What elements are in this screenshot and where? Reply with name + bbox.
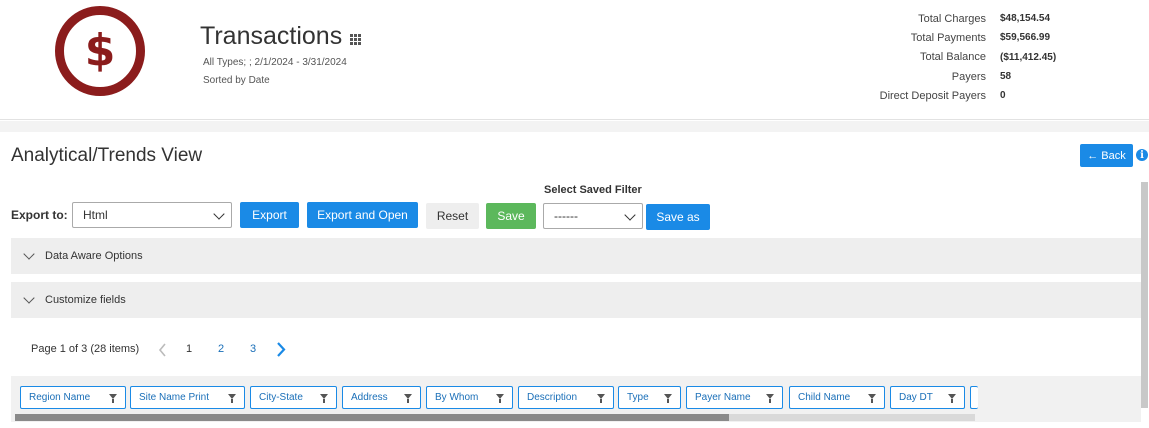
saved-filter-value: ------ [554, 209, 578, 223]
export-label: Export to: [11, 208, 68, 222]
column-chip-address[interactable]: Address [342, 386, 421, 409]
totals-summary: Total Charges $48,154.54 Total Payments … [860, 9, 1140, 105]
title-text: Transactions [200, 22, 343, 50]
column-chip-description[interactable]: Description [518, 386, 614, 409]
column-chip-region-name[interactable]: Region Name [20, 386, 126, 409]
total-payments-row: Total Payments $59,566.99 [860, 28, 1140, 47]
horizontal-scrollbar[interactable] [15, 414, 975, 421]
total-value: $59,566.99 [1000, 32, 1051, 44]
panel-label: Customize fields [45, 294, 126, 306]
page-2-link[interactable]: 2 [218, 343, 224, 355]
report-header: $ Transactions All Types; ; 2/1/2024 - 3… [0, 0, 1149, 120]
column-chip-by-whom[interactable]: By Whom [426, 386, 513, 409]
pager-summary: Page 1 of 3 (28 items) [31, 343, 140, 355]
view-heading: Analytical/Trends View [11, 145, 203, 166]
chevron-down-icon [213, 208, 225, 220]
column-chip-child-name[interactable]: Child Name [789, 386, 885, 409]
total-label: Total Charges [918, 12, 986, 25]
column-label: Address [351, 392, 388, 403]
filter-funnel-icon[interactable] [109, 394, 117, 403]
panel-label: Data Aware Options [45, 250, 143, 262]
export-format-value: Html [83, 208, 108, 222]
total-label: Direct Deposit Payers [879, 89, 986, 102]
column-label: By Whom [435, 392, 479, 403]
total-value: $48,154.54 [1000, 13, 1051, 25]
total-label: Total Payments [910, 31, 986, 44]
direct-deposit-row: Direct Deposit Payers 0 [860, 86, 1140, 105]
total-balance-row: Total Balance ($11,412.45) [860, 48, 1140, 67]
back-button[interactable]: ← Back [1080, 144, 1133, 167]
vertical-scrollbar[interactable] [1141, 182, 1148, 408]
info-icon[interactable]: i [1136, 149, 1148, 161]
column-chip-type[interactable]: Type [618, 386, 681, 409]
saved-filter-select[interactable]: ------ [543, 203, 643, 229]
reset-button[interactable]: Reset [426, 203, 479, 229]
column-label: Type [627, 392, 649, 403]
filter-funnel-icon[interactable] [496, 394, 504, 403]
chevron-down-icon [624, 209, 636, 221]
grid-menu-icon[interactable] [350, 34, 362, 45]
scrollbar-thumb[interactable] [15, 414, 729, 421]
column-label: City-State [259, 392, 303, 403]
total-charges-row: Total Charges $48,154.54 [860, 9, 1140, 28]
saved-filter-label: Select Saved Filter [544, 184, 642, 196]
save-as-button[interactable]: Save as [646, 204, 710, 230]
column-label: Region Name [29, 392, 91, 403]
page-title: Transactions [200, 22, 362, 51]
export-format-select[interactable]: Html [72, 202, 232, 228]
filter-funnel-icon[interactable] [404, 394, 412, 403]
column-chip-payer-name[interactable]: Payer Name [686, 386, 783, 409]
chevron-down-icon [23, 248, 35, 260]
data-aware-options-panel[interactable]: Data Aware Options [11, 238, 1141, 274]
column-label: Child Name [798, 392, 851, 403]
filter-funnel-icon[interactable] [664, 394, 672, 403]
filter-funnel-icon[interactable] [228, 394, 236, 403]
column-chip-partial[interactable] [970, 386, 978, 409]
total-value: 0 [1000, 90, 1006, 102]
pager: Page 1 of 3 (28 items) [31, 340, 139, 358]
sort-summary: Sorted by Date [203, 75, 270, 86]
save-button[interactable]: Save [486, 203, 536, 229]
total-label: Total Balance [919, 51, 986, 64]
filter-funnel-icon[interactable] [868, 394, 876, 403]
total-value: 58 [1000, 71, 1012, 83]
column-label: Payer Name [695, 392, 751, 403]
filter-funnel-icon[interactable] [766, 394, 774, 403]
header-divider [0, 121, 1149, 132]
column-label: Site Name Print [139, 392, 210, 403]
filter-funnel-icon[interactable] [320, 394, 328, 403]
column-label: Day DT [899, 392, 933, 403]
column-chip-site-name-print[interactable]: Site Name Print [130, 386, 245, 409]
dollar-logo-icon: $ [55, 6, 145, 96]
prev-page-icon[interactable] [158, 343, 168, 357]
filter-funnel-icon[interactable] [597, 394, 605, 403]
export-and-open-button[interactable]: Export and Open [307, 202, 418, 228]
next-page-icon[interactable] [275, 342, 287, 357]
column-chip-city-state[interactable]: City-State [250, 386, 337, 409]
page-1-link[interactable]: 1 [186, 343, 192, 355]
page-3-link[interactable]: 3 [250, 343, 256, 355]
export-button[interactable]: Export [240, 202, 299, 228]
payers-row: Payers 58 [860, 67, 1140, 86]
filter-funnel-icon[interactable] [948, 394, 956, 403]
chevron-down-icon [23, 292, 35, 304]
column-chip-day-dt[interactable]: Day DT [890, 386, 965, 409]
filter-summary: All Types; ; 2/1/2024 - 3/31/2024 [203, 57, 347, 68]
total-value: ($11,412.45) [1000, 51, 1057, 63]
customize-fields-panel[interactable]: Customize fields [11, 282, 1141, 318]
column-label: Description [527, 392, 578, 403]
total-label: Payers [951, 70, 986, 83]
